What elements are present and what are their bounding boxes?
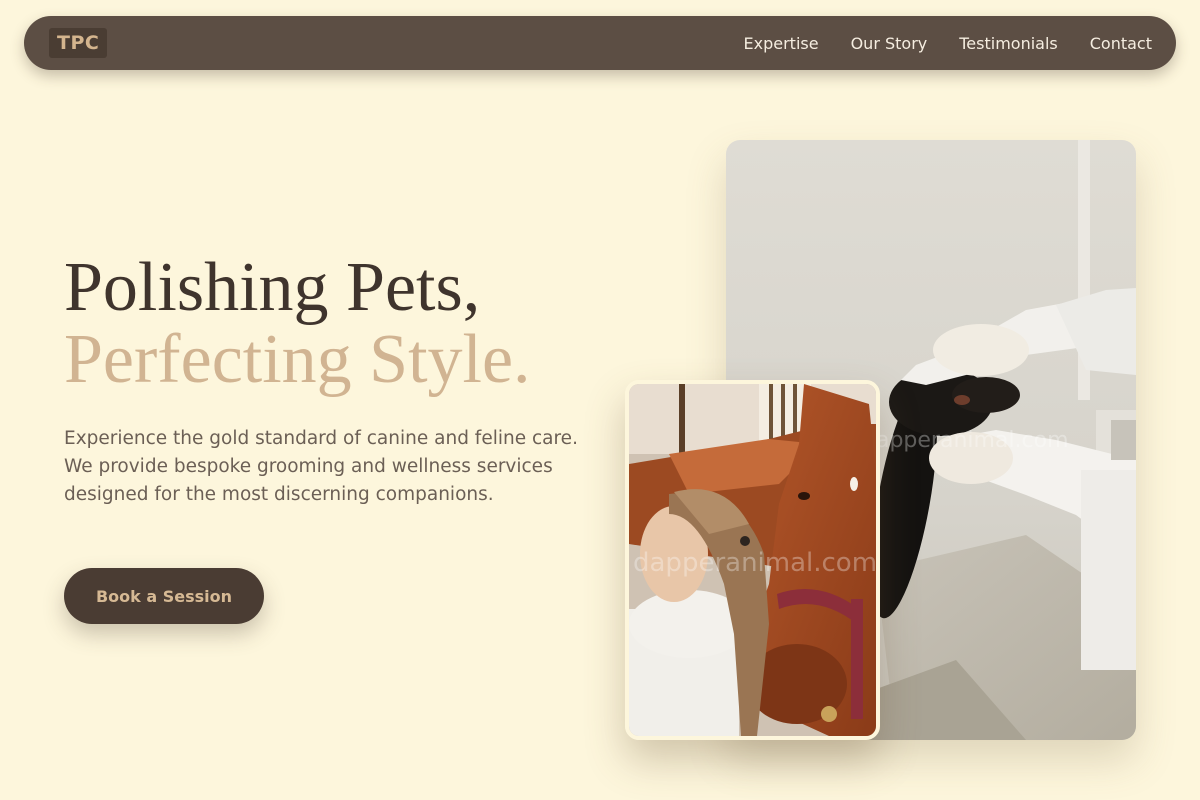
hero-title-line-2: Perfecting Style.: [64, 321, 531, 398]
hero-title-line-1: Polishing Pets,: [64, 249, 481, 326]
hero-title: Polishing Pets, Perfecting Style.: [64, 252, 531, 396]
nav-link-expertise[interactable]: Expertise: [744, 34, 819, 53]
inset-image-watermark: dapperanimal.com: [633, 548, 878, 578]
nav-link-contact[interactable]: Contact: [1090, 34, 1152, 53]
horse-photo: dapperanimal.com: [625, 380, 880, 740]
navbar: TPC Expertise Our Story Testimonials Con…: [24, 16, 1176, 70]
nav-link-our-story[interactable]: Our Story: [851, 34, 928, 53]
main-image-watermark: dapperanimal.com: [862, 428, 1069, 453]
book-session-button[interactable]: Book a Session: [64, 568, 264, 624]
hero-description: Experience the gold standard of canine a…: [64, 428, 578, 505]
logo[interactable]: TPC: [49, 28, 108, 58]
nav-link-testimonials[interactable]: Testimonials: [959, 34, 1058, 53]
nav-links: Expertise Our Story Testimonials Contact: [744, 34, 1152, 53]
